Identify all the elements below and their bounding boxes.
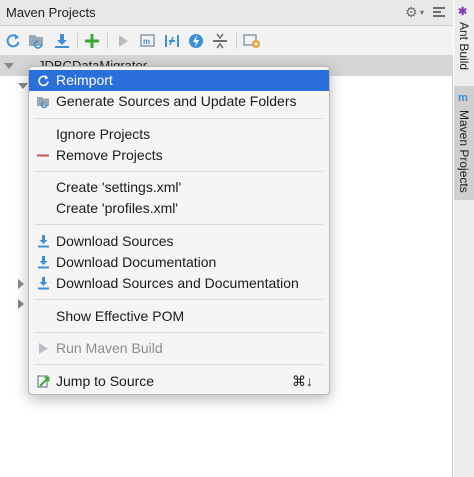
add-icon[interactable]	[82, 31, 102, 51]
toolbar-separator	[107, 33, 108, 49]
expand-arrow-icon[interactable]	[4, 63, 14, 69]
collapse-all-icon[interactable]	[210, 31, 230, 51]
maven-icon: m	[458, 92, 468, 104]
menu-item-download-documentation[interactable]: Download Documentation	[29, 252, 329, 273]
download-icon	[36, 255, 51, 270]
ant-icon: ✱	[458, 6, 468, 18]
menu-item-create-profiles[interactable]: Create 'profiles.xml'	[29, 198, 329, 219]
maven-projects-tab[interactable]: m Maven Projects	[454, 86, 474, 200]
right-tool-stripe: ✱ Ant Build m Maven Projects	[454, 0, 474, 477]
download-icon	[36, 234, 51, 249]
skip-tests-icon[interactable]	[186, 31, 206, 51]
menu-item-run-maven-build[interactable]: Run Maven Build	[29, 338, 329, 359]
menu-separator	[35, 171, 323, 172]
maven-projects-label: Maven Projects	[457, 110, 471, 193]
chevron-down-icon[interactable]: ▾	[420, 8, 424, 17]
shortcut-label: ⌘↓	[292, 373, 313, 389]
menu-item-generate-sources[interactable]: Generate Sources and Update Folders	[29, 91, 329, 112]
toolbar-separator	[77, 33, 78, 49]
menu-item-download-sources-and-documentation[interactable]: Download Sources and Documentation	[29, 273, 329, 294]
generate-sources-icon	[36, 94, 51, 109]
expand-arrow-icon[interactable]	[18, 83, 28, 89]
run-icon	[36, 341, 51, 356]
menu-separator	[35, 299, 323, 300]
ant-build-label: Ant Build	[457, 22, 471, 71]
reimport-icon	[36, 73, 51, 88]
download-icon	[36, 276, 51, 291]
hide-window-icon[interactable]	[433, 5, 445, 19]
execute-goal-icon[interactable]: m	[138, 31, 158, 51]
context-menu: Reimport Generate Sources and Update Fol…	[28, 66, 330, 395]
menu-item-show-effective-pom[interactable]: Show Effective POM	[29, 306, 329, 327]
menu-item-reimport[interactable]: Reimport	[29, 70, 329, 91]
collapsed-arrow-icon[interactable]	[18, 279, 24, 289]
menu-separator	[35, 332, 323, 333]
download-icon[interactable]	[52, 31, 72, 51]
tool-window-title: Maven Projects	[6, 5, 96, 20]
reimport-icon[interactable]	[3, 31, 23, 51]
toolbar-separator	[236, 33, 237, 49]
jump-to-source-icon	[36, 374, 51, 389]
toggle-offline-icon[interactable]	[162, 31, 182, 51]
menu-separator	[35, 118, 323, 119]
menu-item-jump-to-source[interactable]: Jump to Source ⌘↓	[29, 371, 329, 392]
remove-icon	[36, 148, 51, 163]
settings-icon[interactable]	[242, 31, 262, 51]
collapsed-arrow-icon[interactable]	[18, 299, 24, 309]
tool-window-header: Maven Projects ⚙ ▾	[0, 0, 453, 26]
menu-separator	[35, 224, 323, 225]
menu-item-download-sources[interactable]: Download Sources	[29, 231, 329, 252]
menu-item-remove-projects[interactable]: Remove Projects	[29, 145, 329, 166]
menu-item-create-settings[interactable]: Create 'settings.xml'	[29, 177, 329, 198]
maven-toolbar: m	[0, 26, 453, 56]
menu-separator	[35, 364, 323, 365]
gear-icon[interactable]: ⚙	[405, 4, 418, 21]
ant-build-tab[interactable]: ✱ Ant Build	[454, 0, 474, 82]
run-icon[interactable]	[113, 31, 133, 51]
menu-item-ignore-projects[interactable]: Ignore Projects	[29, 124, 329, 145]
svg-text:m: m	[143, 37, 150, 46]
generate-sources-icon[interactable]	[27, 31, 47, 51]
